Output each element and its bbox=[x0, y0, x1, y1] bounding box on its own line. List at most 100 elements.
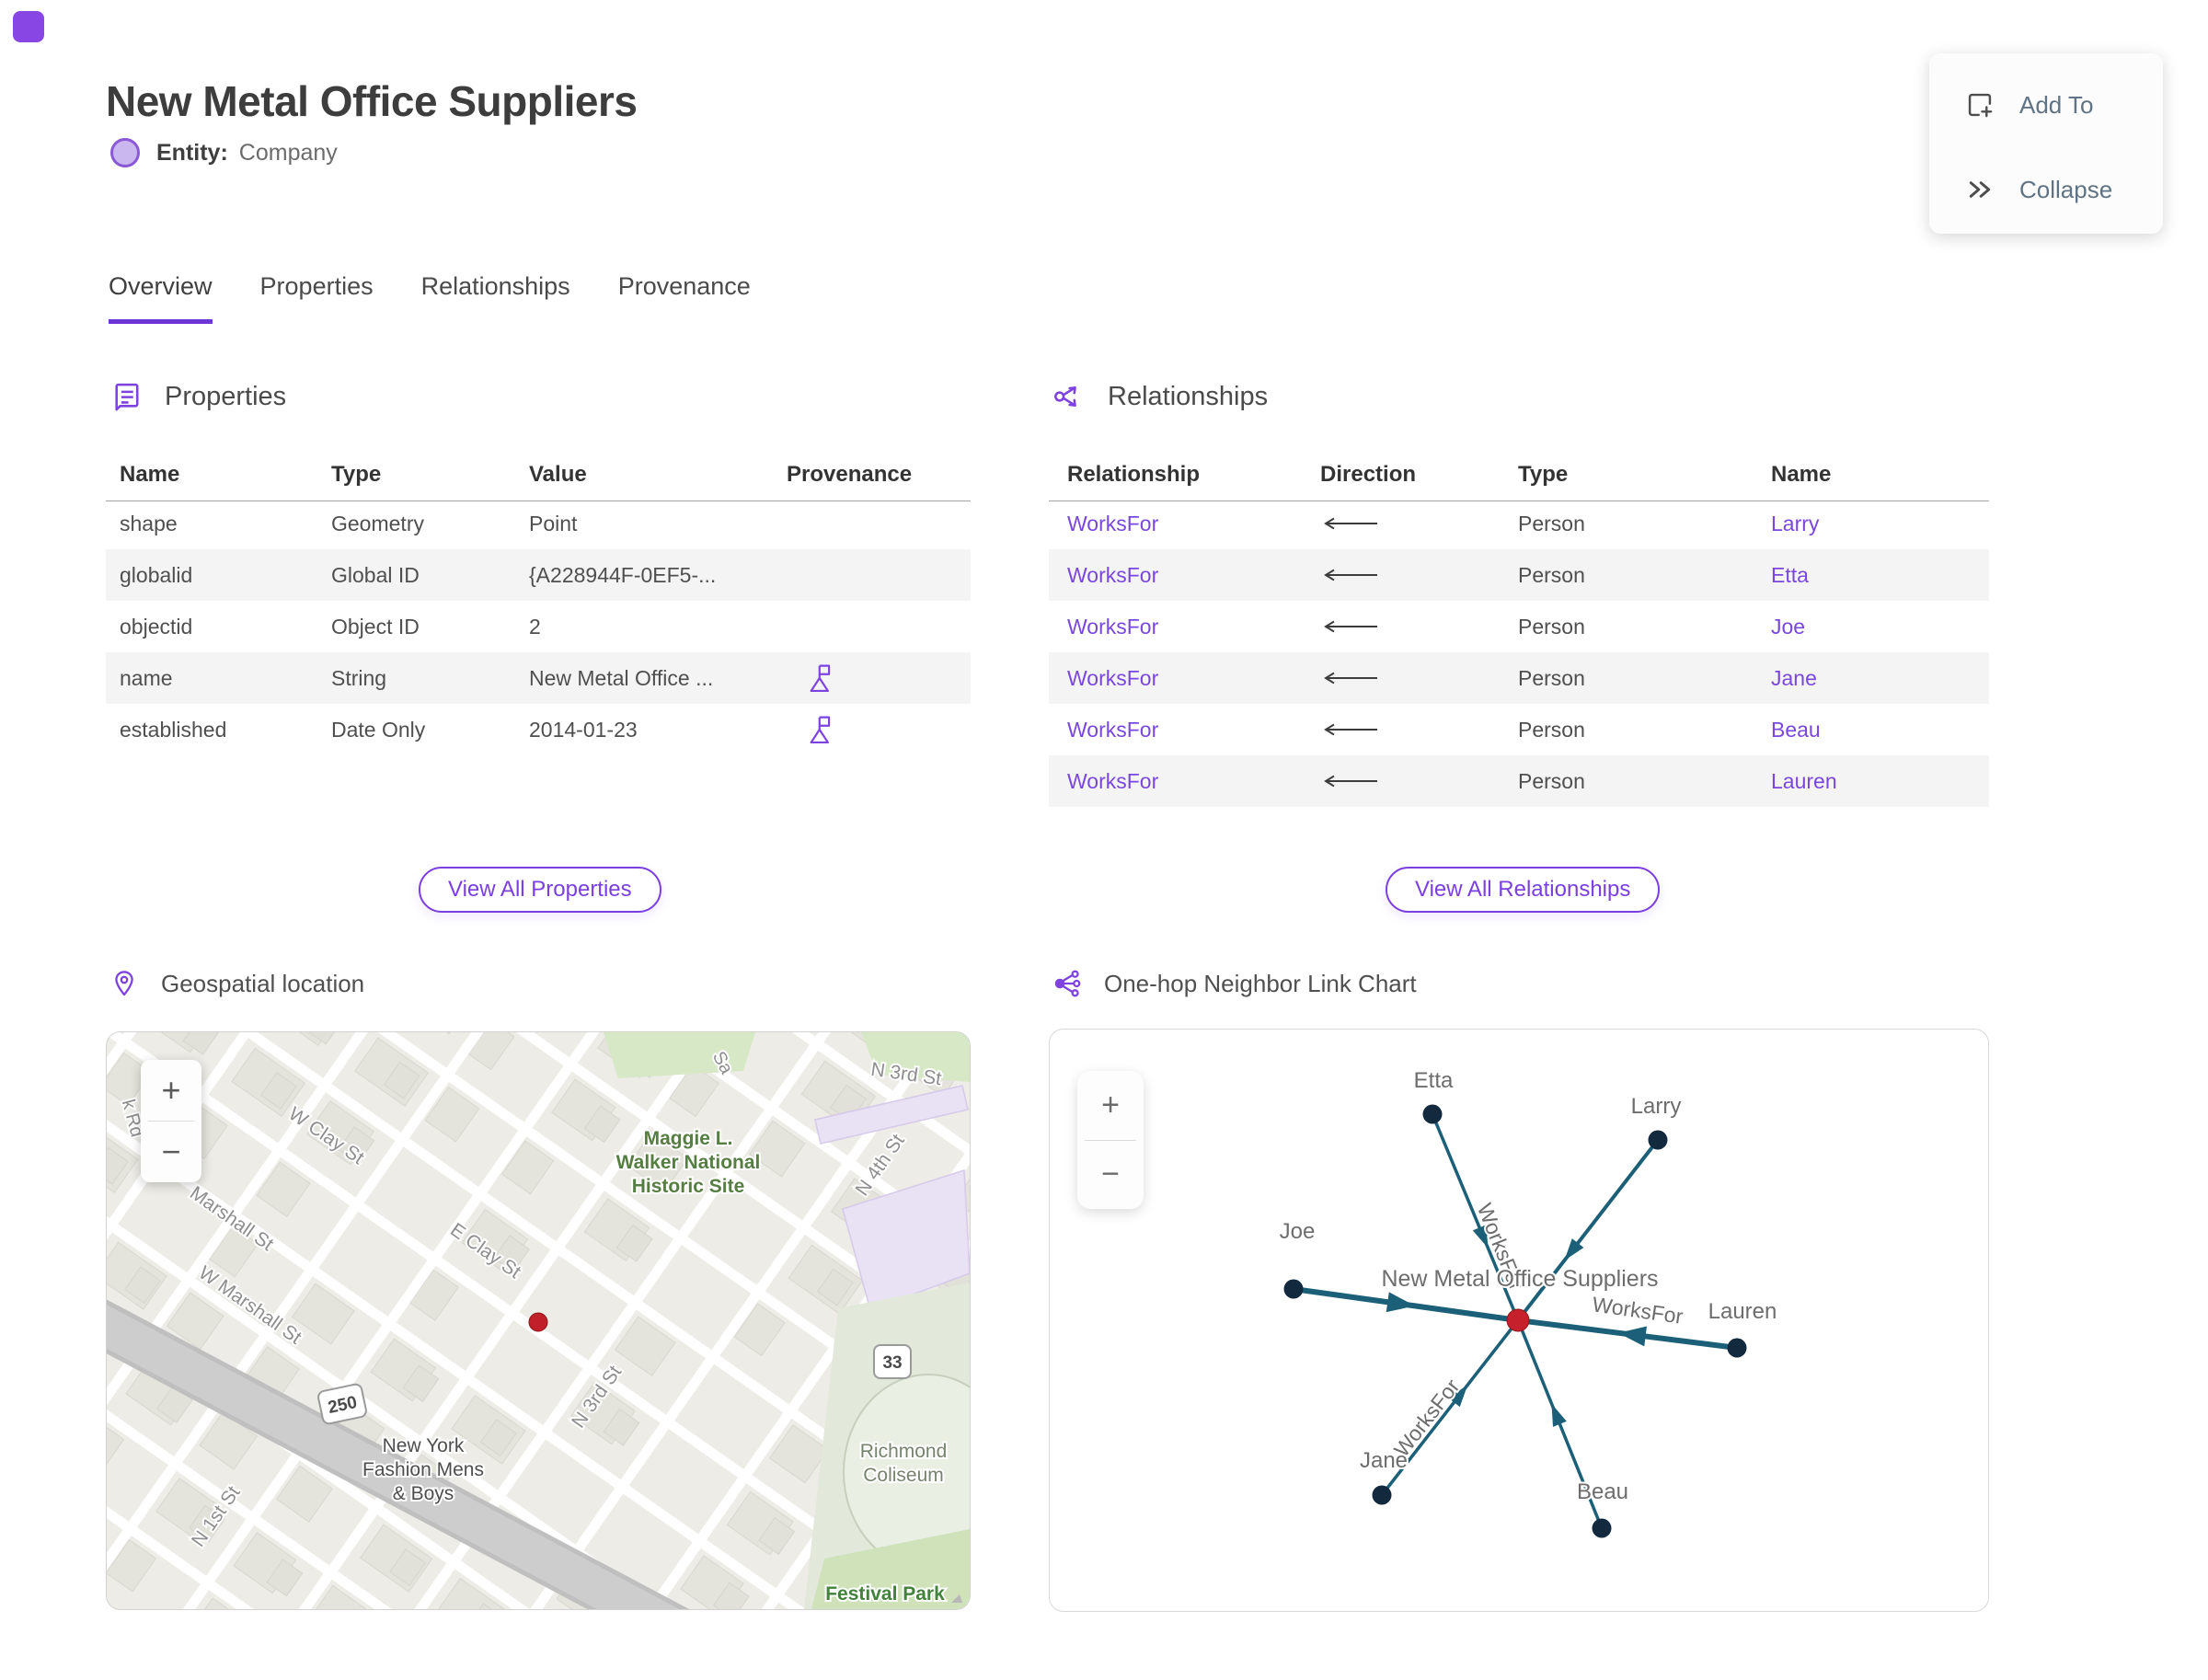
chart-zoom-out-button[interactable]: − bbox=[1077, 1141, 1144, 1210]
direction-arrow-icon bbox=[1320, 515, 1518, 532]
relationship-type: Person bbox=[1518, 665, 1585, 690]
collapse-button[interactable]: Collapse bbox=[1929, 149, 2163, 230]
linkchart-section: One-hop Neighbor Link Chart WorksFor Work… bbox=[1049, 969, 1989, 1631]
chart-zoom-in-button[interactable]: + bbox=[1077, 1071, 1144, 1140]
svg-text:Festival Park: Festival Park bbox=[825, 1583, 945, 1605]
entity-type-value: Company bbox=[238, 139, 338, 166]
relationships-icon bbox=[1052, 380, 1086, 413]
map-zoom-out-button[interactable]: − bbox=[141, 1122, 201, 1182]
add-to-icon bbox=[1964, 89, 1995, 121]
relationship-link[interactable]: WorksFor bbox=[1067, 615, 1320, 639]
entity-type-dot-icon bbox=[110, 138, 140, 167]
relationship-link[interactable]: WorksFor bbox=[1067, 512, 1320, 536]
relationship-type: Person bbox=[1518, 511, 1585, 535]
geospatial-section-title: Geospatial location bbox=[161, 969, 365, 997]
svg-text:Richmond: Richmond bbox=[860, 1441, 948, 1462]
graph-node-lauren[interactable] bbox=[1727, 1338, 1747, 1358]
relationship-link[interactable]: WorksFor bbox=[1067, 563, 1320, 588]
svg-text:Fashion Mens: Fashion Mens bbox=[362, 1459, 484, 1480]
table-row: WorksFor Person Lauren bbox=[1049, 755, 1989, 807]
related-entity-link[interactable]: Etta bbox=[1771, 563, 1989, 588]
tab-overview[interactable]: Overview bbox=[109, 272, 213, 324]
column-header: Name bbox=[120, 462, 180, 487]
related-entity-link[interactable]: Jane bbox=[1771, 666, 1989, 691]
link-chart-icon bbox=[1052, 969, 1082, 998]
property-value: New Metal Office ... bbox=[529, 665, 714, 690]
geospatial-section-header: Geospatial location bbox=[109, 969, 364, 998]
direction-arrow-icon bbox=[1320, 618, 1518, 635]
tab-properties[interactable]: Properties bbox=[260, 272, 374, 324]
geospatial-section: Geospatial location 250 33 k Rd W Clay St Sa… bbox=[106, 969, 971, 1631]
entity-label: Entity: bbox=[156, 139, 228, 166]
column-header: Relationship bbox=[1067, 462, 1201, 487]
property-name: objectid bbox=[120, 614, 193, 639]
svg-text:Historic Site: Historic Site bbox=[632, 1176, 745, 1197]
chart-zoom-control: + − bbox=[1077, 1071, 1144, 1209]
graph-node-joe[interactable] bbox=[1283, 1279, 1304, 1299]
properties-table: shape Geometry Point globalid Global ID {A228… bbox=[106, 498, 971, 755]
svg-text:Lauren: Lauren bbox=[1708, 1299, 1777, 1324]
property-value: 2 bbox=[529, 614, 541, 639]
map[interactable]: 250 33 k Rd W Clay St Sa Marshall St E Clay St… bbox=[106, 1031, 971, 1610]
related-entity-link[interactable]: Lauren bbox=[1771, 769, 1989, 794]
related-entity-link[interactable]: Joe bbox=[1771, 615, 1989, 639]
relationship-link[interactable]: WorksFor bbox=[1067, 718, 1320, 742]
properties-section: Properties Name Type Value Provenance shape… bbox=[106, 380, 971, 932]
relationship-type: Person bbox=[1518, 717, 1585, 742]
svg-text:Walker National: Walker National bbox=[616, 1152, 761, 1173]
direction-arrow-icon bbox=[1320, 567, 1518, 583]
add-to-button[interactable]: Add To bbox=[1929, 64, 2163, 145]
property-value: 2014-01-23 bbox=[529, 717, 638, 742]
relationship-link[interactable]: WorksFor bbox=[1067, 666, 1320, 691]
view-all-properties-button[interactable]: View All Properties bbox=[419, 867, 661, 913]
graph-node-etta[interactable] bbox=[1422, 1104, 1443, 1124]
related-entity-link[interactable]: Beau bbox=[1771, 718, 1989, 742]
svg-text:New York: New York bbox=[383, 1435, 465, 1456]
entity-row: Entity: Company bbox=[110, 138, 338, 167]
column-header: Provenance bbox=[787, 462, 913, 487]
graph-node-jane[interactable] bbox=[1372, 1485, 1392, 1505]
table-row: name String New Metal Office ... bbox=[106, 652, 971, 704]
relationship-type: Person bbox=[1518, 562, 1585, 587]
link-chart-canvas: WorksFor WorksFor WorksFor New Metal Office… bbox=[1050, 1030, 1988, 1611]
property-type: Date Only bbox=[331, 717, 426, 742]
provenance-cell bbox=[787, 662, 971, 694]
graph-node-beau[interactable] bbox=[1592, 1518, 1612, 1538]
property-name: name bbox=[120, 665, 173, 690]
graph-node-center[interactable] bbox=[1506, 1308, 1530, 1332]
column-header: Name bbox=[1771, 462, 1832, 487]
column-header: Type bbox=[1518, 462, 1569, 487]
property-type: Object ID bbox=[331, 614, 420, 639]
property-name: globalid bbox=[120, 562, 193, 587]
table-row: WorksFor Person Joe bbox=[1049, 601, 1989, 652]
collapse-label: Collapse bbox=[2019, 175, 2113, 203]
relationships-section-title: Relationships bbox=[1108, 381, 1269, 411]
tab-relationships[interactable]: Relationships bbox=[421, 272, 570, 324]
svg-text:New Metal Office Suppliers: New Metal Office Suppliers bbox=[1381, 1266, 1658, 1292]
table-row: WorksFor Person Jane bbox=[1049, 652, 1989, 704]
link-chart[interactable]: WorksFor WorksFor WorksFor New Metal Office… bbox=[1049, 1029, 1989, 1612]
svg-text:Beau: Beau bbox=[1577, 1479, 1628, 1504]
provenance-flag-icon[interactable] bbox=[807, 662, 834, 694]
property-type: String bbox=[331, 665, 387, 690]
view-all-relationships-button[interactable]: View All Relationships bbox=[1386, 867, 1661, 913]
relationship-link[interactable]: WorksFor bbox=[1067, 769, 1320, 794]
map-pin-icon bbox=[109, 969, 139, 998]
tab-provenance[interactable]: Provenance bbox=[618, 272, 751, 324]
provenance-flag-icon[interactable] bbox=[807, 714, 834, 745]
add-to-label: Add To bbox=[2019, 90, 2094, 119]
property-name: established bbox=[120, 717, 227, 742]
table-row: globalid Global ID {A228944F-0EF5-... bbox=[106, 549, 971, 601]
svg-text:Larry: Larry bbox=[1631, 1094, 1682, 1119]
property-value: Point bbox=[529, 511, 578, 535]
table-row: WorksFor Person Etta bbox=[1049, 549, 1989, 601]
graph-node-larry[interactable] bbox=[1648, 1130, 1668, 1150]
table-row: established Date Only 2014-01-23 bbox=[106, 704, 971, 755]
relationship-type: Person bbox=[1518, 768, 1585, 793]
related-entity-link[interactable]: Larry bbox=[1771, 512, 1989, 536]
map-zoom-in-button[interactable]: + bbox=[141, 1060, 201, 1121]
svg-text:33: 33 bbox=[882, 1353, 902, 1373]
column-header: Type bbox=[331, 462, 382, 487]
relationships-section: Relationships Relationship Direction Type N… bbox=[1049, 380, 1989, 932]
svg-text:Jane: Jane bbox=[1360, 1448, 1408, 1473]
